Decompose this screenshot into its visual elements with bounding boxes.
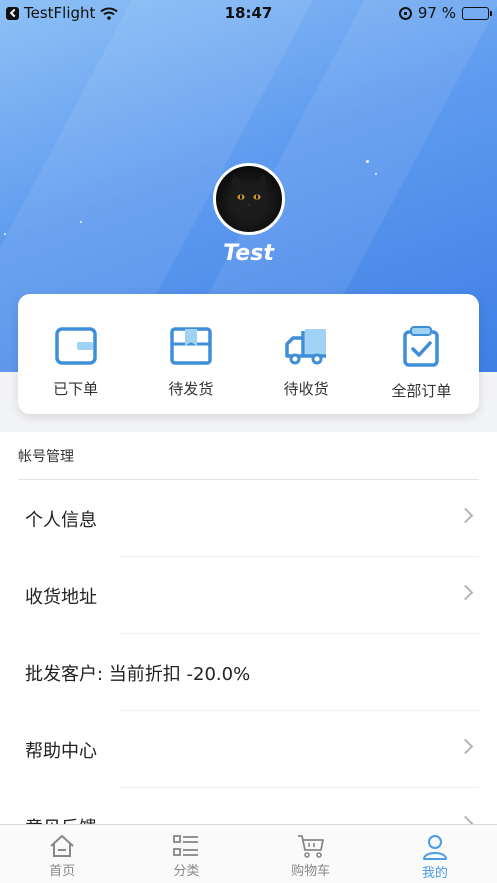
package-icon (170, 327, 212, 365)
battery-icon (462, 6, 492, 20)
tab-cart[interactable]: 购物车 (249, 825, 373, 883)
chevron-right-icon (457, 815, 474, 824)
personal-info-row[interactable]: 个人信息 (0, 480, 497, 557)
cat-avatar-image (229, 174, 269, 217)
username: Test (223, 241, 274, 266)
tab-label: 分类 (173, 864, 200, 879)
wallet-icon (54, 327, 97, 365)
order-placed-label: 已下单 (53, 380, 99, 398)
home-icon (50, 835, 74, 857)
orientation-lock-icon (398, 6, 412, 20)
category-list-icon (173, 835, 199, 856)
shipping-address-row[interactable]: 收货地址 (0, 557, 497, 634)
delivery-truck-icon (285, 329, 327, 365)
all-orders-label: 全部订单 (391, 382, 452, 400)
help-center-row[interactable]: 帮助中心 (0, 711, 497, 788)
chevron-right-icon (457, 507, 474, 524)
chevron-right-icon (457, 738, 474, 755)
tab-bar: 首页 分类 购物车 我的 (0, 824, 497, 883)
row-label: 收货地址 (25, 587, 97, 608)
wholesale-discount-row: 批发客户: 当前折扣 -20.0% (0, 634, 497, 711)
order-placed-button[interactable]: 已下单 (18, 294, 133, 414)
tab-label: 购物车 (291, 864, 331, 879)
tab-profile[interactable]: 我的 (373, 825, 497, 883)
pending-receipt-label: 待收货 (283, 380, 329, 398)
sparkle (375, 173, 377, 175)
tab-label: 我的 (421, 866, 448, 881)
status-bar: TestFlight 18:47 97 % (0, 0, 497, 26)
row-label: 帮助中心 (25, 741, 97, 762)
sparkle (80, 221, 82, 223)
row-label: 批发客户: 当前折扣 -20.0% (25, 664, 251, 685)
row-label: 意见反馈 (25, 814, 97, 824)
all-orders-button[interactable]: 全部订单 (364, 294, 479, 414)
battery-percent: 97 % (417, 4, 456, 22)
tab-home[interactable]: 首页 (0, 825, 124, 883)
order-status-card: 已下单 待发货 待收货 全部订单 (18, 294, 479, 414)
section-title: 帐号管理 (18, 449, 74, 465)
cart-icon (297, 835, 324, 858)
tab-category[interactable]: 分类 (124, 825, 248, 883)
pending-shipment-button[interactable]: 待发货 (133, 294, 248, 414)
row-label: 个人信息 (25, 510, 97, 531)
feedback-row[interactable]: 意见反馈 (0, 788, 497, 824)
user-icon (422, 835, 447, 860)
avatar[interactable] (213, 163, 285, 235)
clipboard-check-icon (403, 326, 440, 367)
tab-label: 首页 (49, 864, 76, 879)
chevron-right-icon (457, 584, 474, 601)
sparkle (366, 160, 369, 163)
pending-shipment-label: 待发货 (168, 380, 214, 398)
sparkle (4, 233, 6, 235)
account-section: 帐号管理 个人信息 收货地址 批发客户: 当前折扣 -20.0% 帮助中心 意见… (0, 432, 497, 824)
pending-receipt-button[interactable]: 待收货 (249, 294, 364, 414)
